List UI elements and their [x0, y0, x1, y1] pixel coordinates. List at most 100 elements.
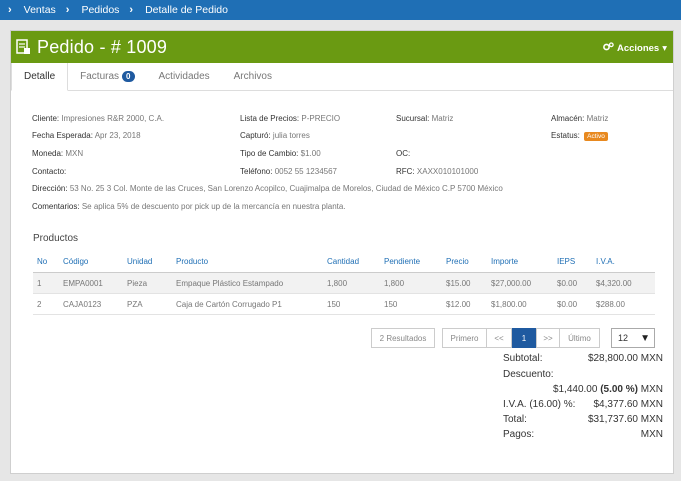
table-cell: $12.00 — [442, 293, 487, 315]
breadcrumb-item-pedidos[interactable]: › Pedidos — [66, 4, 120, 16]
col-header[interactable]: Cantidad — [323, 251, 380, 273]
field-label: Cliente: — [32, 114, 60, 123]
col-header[interactable]: Importe — [487, 251, 553, 273]
actions-dropdown[interactable]: Acciones ▾ — [603, 42, 667, 54]
col-header[interactable]: I.V.A. — [592, 251, 655, 273]
table-cell: 150 — [323, 293, 380, 315]
tab-label: Archivos — [233, 71, 272, 82]
field-label: Sucursal: — [396, 114, 430, 123]
caret-down-icon: ▼ — [640, 332, 650, 344]
discount-percent: (5.00 %) — [600, 384, 638, 395]
totals-pagos-label: Pagos: — [503, 429, 535, 440]
table-cell: CAJA0123 — [59, 293, 123, 315]
field-value: Apr 23, 2018 — [94, 131, 141, 140]
count-badge: 0 — [122, 71, 135, 82]
info-oc: OC: — [396, 149, 410, 158]
status-badge: Activo — [584, 132, 608, 141]
info-moneda: Moneda: MXN — [32, 149, 83, 158]
field-label: Estatus: — [551, 131, 580, 140]
field-value: $1.00 — [300, 149, 321, 158]
totals-descuento-value: $1,440.00 (5.00 %) MXN — [553, 384, 663, 395]
info-estatus: Estatus: Activo — [551, 131, 608, 141]
col-header[interactable]: Código — [59, 251, 123, 273]
chevron-right-icon: › — [65, 4, 70, 16]
totals-iva-value: $4,377.60 MXN — [593, 399, 664, 410]
field-value: P-PRECIO — [301, 114, 341, 123]
breadcrumb-label: Detalle de Pedido — [145, 4, 228, 16]
tab-archivos[interactable]: Archivos — [222, 63, 284, 90]
page-size-select[interactable]: 12 ▼ — [611, 328, 655, 348]
table-header-row: No Código Unidad Producto Cantidad Pendi… — [33, 251, 655, 273]
field-value: Matriz — [586, 114, 609, 123]
last-page-button[interactable]: Último — [560, 328, 600, 348]
totals-iva-label: I.V.A. (16.00) %: — [503, 399, 576, 410]
field-value: 53 No. 25 3 Col. Monte de las Cruces, Sa… — [69, 184, 503, 193]
table-cell: Caja de Cartón Corrugado P1 — [172, 293, 323, 315]
table-cell: 1,800 — [380, 272, 442, 294]
totals-subtotal-label: Subtotal: — [503, 353, 543, 364]
discount-amount: $1,440.00 — [552, 384, 601, 395]
info-rfc: RFC: XAXX010101000 — [396, 167, 478, 176]
table-cell: $0.00 — [553, 293, 592, 315]
table-cell: $0.00 — [553, 272, 592, 294]
col-header[interactable]: Producto — [172, 251, 323, 273]
results-count: 2 Resultados — [371, 328, 435, 348]
next-page-button[interactable]: >> — [536, 328, 560, 348]
breadcrumb-label: Ventas — [23, 4, 56, 16]
field-label: Contacto: — [32, 167, 67, 176]
caret-down-icon: ▾ — [662, 42, 667, 54]
info-cliente: Cliente: Impresiones R&R 2000, C.A. — [32, 114, 164, 123]
results-label: 2 Resultados — [371, 328, 435, 348]
breadcrumb-item-detalle[interactable]: › Detalle de Pedido — [129, 4, 228, 16]
field-label: OC: — [396, 149, 411, 158]
table-cell: $1,800.00 — [487, 293, 553, 315]
chevron-right-icon: › — [129, 4, 134, 16]
info-capturo: Capturó: julia torres — [240, 131, 310, 140]
info-fecha: Fecha Esperada: Apr 23, 2018 — [32, 131, 141, 140]
tab-label: Actividades — [158, 71, 210, 82]
table-row[interactable]: 2 CAJA0123 PZA Caja de Cartón Corrugado … — [33, 293, 655, 315]
table-cell: PZA — [123, 293, 172, 315]
table-cell: 1 — [33, 272, 59, 294]
gears-icon — [603, 42, 614, 54]
col-header[interactable]: No — [33, 251, 59, 273]
table-row[interactable]: 1 EMPA0001 Pieza Empaque Plástico Estamp… — [33, 272, 655, 294]
info-telefono: Teléfono: 0052 55 1234567 — [240, 167, 337, 176]
totals-subtotal-value: $28,800.00 MXN — [587, 353, 663, 364]
first-page-button[interactable]: Primero — [442, 328, 487, 348]
col-header[interactable]: Precio — [442, 251, 487, 273]
field-label: Comentarios: — [32, 202, 80, 211]
info-comentarios: Comentarios: Se aplica 5% de descuento p… — [32, 202, 346, 211]
col-header[interactable]: IEPS — [553, 251, 592, 273]
field-label: Teléfono: — [240, 167, 273, 176]
info-direccion: Dirección: 53 No. 25 3 Col. Monte de las… — [32, 184, 503, 193]
prev-page-button[interactable]: << — [487, 328, 512, 348]
document-icon — [15, 39, 31, 55]
tab-label: Detalle — [24, 71, 56, 82]
field-label: Tipo de Cambio: — [240, 149, 299, 158]
table-cell: $4,320.00 — [592, 272, 655, 294]
info-lista: Lista de Precios: P-PRECIO — [240, 114, 340, 123]
breadcrumb-item-ventas[interactable]: › Ventas — [8, 4, 56, 16]
field-value: Matriz — [431, 114, 454, 123]
col-header[interactable]: Unidad — [123, 251, 172, 273]
breadcrumb-label: Pedidos — [81, 4, 120, 16]
totals-descuento-label: Descuento: — [503, 369, 554, 380]
field-label: Moneda: — [32, 149, 64, 158]
tab-facturas[interactable]: Facturas 0 — [68, 63, 146, 90]
field-value: julia torres — [272, 131, 310, 140]
info-tipo-cambio: Tipo de Cambio: $1.00 — [240, 149, 321, 158]
field-label: Almacén: — [551, 114, 585, 123]
tab-actividades[interactable]: Actividades — [147, 63, 222, 90]
table-cell: Empaque Plástico Estampado — [172, 272, 323, 294]
page-size-value: 12 — [618, 333, 629, 343]
actions-label: Acciones — [616, 42, 660, 54]
page-1-button[interactable]: 1 — [512, 328, 536, 348]
info-almacen: Almacén: Matriz — [551, 114, 608, 123]
field-label: Fecha Esperada: — [32, 131, 93, 140]
tab-detalle[interactable]: Detalle — [11, 63, 69, 91]
col-header[interactable]: Pendiente — [380, 251, 442, 273]
field-value: Se aplica 5% de descuento por pick up de… — [81, 202, 346, 211]
totals-total-label: Total: — [503, 414, 527, 425]
pagination: Primero << 1 >> Último — [442, 328, 600, 348]
